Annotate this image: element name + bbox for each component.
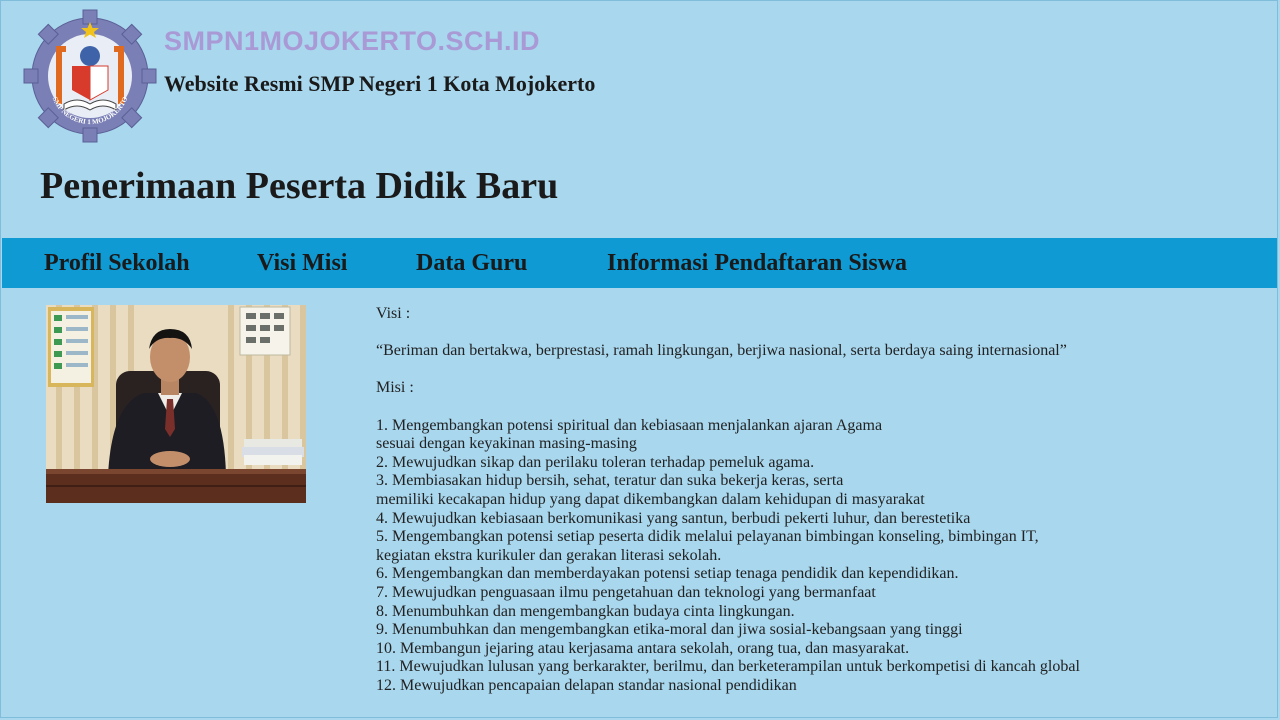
misi-heading: Misi : [376,379,414,397]
misi-line: 12. Mewujudkan pencapaian delapan standa… [376,676,797,694]
nav-item-data-guru[interactable]: Data Guru [416,238,527,288]
visi-misi-content: Visi : “Beriman dan bertakwa, berprestas… [376,305,1256,695]
misi-line: 7. Mewujudkan penguasaan ilmu pengetahua… [376,583,876,601]
misi-line: 9. Menumbuhkan dan mengembangkan etika-m… [376,621,963,639]
misi-line: 2. Mewujudkan sikap dan perilaku toleran… [376,453,815,471]
visi-text: “Beriman dan bertakwa, berprestasi, rama… [376,342,1067,360]
misi-line: 5. Mengembangkan potensi setiap peserta … [376,528,1039,546]
misi-list: 1. Mengembangkan potensi spiritual dan k… [376,417,1256,696]
misi-line: memiliki kecakapan hidup yang dapat dike… [376,490,925,508]
misi-line: 11. Mewujudkan lulusan yang berkarakter,… [376,658,1080,676]
school-logo[interactable]: SMP NEGERI 1 MOJOKERTO [22,8,158,144]
misi-line: 1. Mengembangkan potensi spiritual dan k… [376,416,883,434]
misi-line: 10. Membangun jejaring atau kerjasama an… [376,639,910,657]
principal-photo [46,305,306,503]
nav-item-profil-sekolah[interactable]: Profil Sekolah [44,238,190,288]
site-subtitle: Website Resmi SMP Negeri 1 Kota Mojokert… [164,71,596,96]
page-title: Penerimaan Peserta Didik Baru [40,165,559,207]
misi-line: 8. Menumbuhkan dan mengembangkan budaya … [376,602,795,620]
main-navbar: Profil Sekolah Visi Misi Data Guru Infor… [2,238,1278,288]
misi-line: sesuai dengan keyakinan masing-masing [376,435,637,453]
site-domain[interactable]: SMPN1MOJOKERTO.SCH.ID [164,26,540,57]
misi-line: 4. Mewujudkan kebiasaan berkomunikasi ya… [376,509,971,527]
nav-item-informasi-pendaftaran[interactable]: Informasi Pendaftaran Siswa [607,238,907,288]
misi-line: kegiatan ekstra kurikuler dan gerakan li… [376,546,722,564]
nav-item-visi-misi[interactable]: Visi Misi [257,238,347,288]
misi-line: 3. Membiasakan hidup bersih, sehat, tera… [376,472,844,490]
site-header: SMP NEGERI 1 MOJOKERTO SMPN1MOJOKERTO.SC… [0,0,1280,238]
visi-heading: Visi : [376,305,411,322]
misi-line: 6. Mengembangkan dan memberdayakan poten… [376,565,959,583]
